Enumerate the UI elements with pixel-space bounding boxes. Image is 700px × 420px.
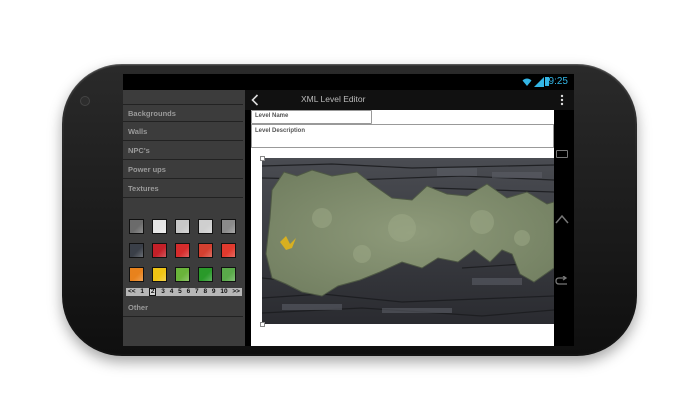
rock-texture-image bbox=[262, 158, 554, 324]
texture-swatch[interactable] bbox=[152, 243, 167, 258]
texture-swatch[interactable] bbox=[198, 243, 213, 258]
texture-swatch[interactable] bbox=[175, 219, 190, 234]
pager-page-6[interactable]: 6 bbox=[187, 288, 191, 296]
level-texture-canvas[interactable] bbox=[262, 158, 554, 324]
drawer-item-backgrounds[interactable]: Backgrounds bbox=[123, 104, 243, 122]
selection-handle[interactable] bbox=[260, 322, 265, 327]
drawer-item-textures[interactable]: Textures bbox=[123, 180, 243, 198]
pager-page-2-current[interactable]: 2 bbox=[148, 288, 157, 296]
pager-page-1[interactable]: 1 bbox=[140, 288, 144, 296]
texture-swatch[interactable] bbox=[221, 243, 236, 258]
texture-swatch[interactable] bbox=[175, 243, 190, 258]
recent-apps-icon[interactable] bbox=[556, 150, 568, 158]
texture-pager: << 1 2 3 4 5 6 7 8 9 10 >> bbox=[126, 288, 242, 296]
screen: 9:25 Backgrounds Walls NPC's Power ups T… bbox=[123, 74, 574, 346]
drawer-item-walls[interactable]: Walls bbox=[123, 123, 243, 141]
texture-swatch[interactable] bbox=[129, 219, 144, 234]
texture-swatch[interactable] bbox=[221, 219, 236, 234]
pager-page-10[interactable]: 10 bbox=[220, 288, 227, 296]
navigation-drawer: Backgrounds Walls NPC's Power ups Textur… bbox=[123, 90, 245, 346]
texture-swatch[interactable] bbox=[175, 267, 190, 282]
pager-page-3[interactable]: 3 bbox=[161, 288, 165, 296]
texture-swatch[interactable] bbox=[152, 219, 167, 234]
pager-page-4[interactable]: 4 bbox=[170, 288, 174, 296]
editor-content: Level Name Level Description bbox=[251, 110, 554, 346]
texture-swatch[interactable] bbox=[221, 267, 236, 282]
back-arrow-icon[interactable] bbox=[251, 94, 259, 106]
level-description-label: Level Description bbox=[255, 128, 306, 134]
texture-swatch[interactable] bbox=[152, 267, 167, 282]
pager-page-8[interactable]: 8 bbox=[203, 288, 207, 296]
pager-page-9[interactable]: 9 bbox=[212, 288, 216, 296]
action-bar: XML Level Editor bbox=[245, 90, 574, 110]
texture-swatch[interactable] bbox=[129, 243, 144, 258]
drawer-item-power-ups[interactable]: Power ups bbox=[123, 161, 243, 179]
pager-next-button[interactable]: >> bbox=[232, 288, 240, 296]
texture-swatch[interactable] bbox=[198, 267, 213, 282]
texture-swatch[interactable] bbox=[198, 219, 213, 234]
back-nav-icon[interactable] bbox=[555, 276, 569, 286]
pager-page-7[interactable]: 7 bbox=[195, 288, 199, 296]
drawer-item-npcs[interactable]: NPC's bbox=[123, 142, 243, 160]
home-icon[interactable] bbox=[555, 214, 569, 224]
action-bar-title: XML Level Editor bbox=[301, 94, 366, 104]
level-description-field[interactable]: Level Description bbox=[251, 124, 554, 148]
status-bar: 9:25 bbox=[123, 74, 574, 90]
level-name-field[interactable]: Level Name bbox=[251, 110, 372, 124]
signal-icon bbox=[534, 77, 544, 87]
texture-swatch[interactable] bbox=[129, 267, 144, 282]
wifi-icon bbox=[522, 78, 532, 86]
system-nav-bar bbox=[551, 74, 574, 346]
pager-prev-button[interactable]: << bbox=[128, 288, 136, 296]
drawer-item-other[interactable]: Other bbox=[123, 299, 243, 317]
level-name-label: Level Name bbox=[255, 113, 289, 119]
selection-handle[interactable] bbox=[260, 156, 265, 161]
front-camera bbox=[80, 96, 90, 106]
pager-page-5[interactable]: 5 bbox=[178, 288, 182, 296]
